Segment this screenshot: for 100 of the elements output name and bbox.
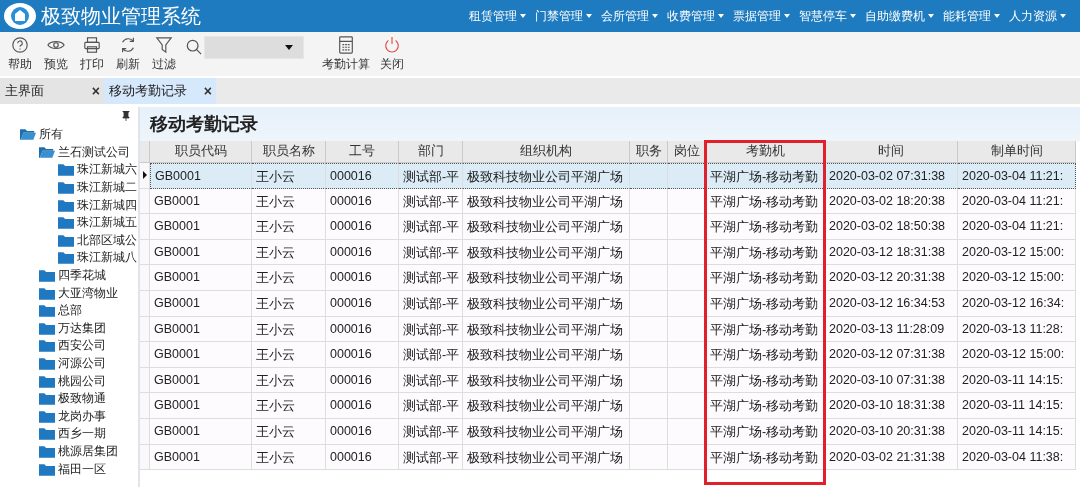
table-cell: 测试部-平 [399, 316, 463, 343]
table-cell: 2020-03-10 18:31:38 [825, 393, 958, 419]
column-header[interactable]: 制单时间 [958, 141, 1076, 163]
table-cell: 平湖广场-移动考勤 [706, 163, 825, 189]
toolbar-button[interactable]: 刷新 [110, 33, 146, 75]
menu-item[interactable]: 票据管理 [724, 7, 784, 25]
toolbar-button[interactable]: 帮助 [2, 33, 38, 75]
search-field[interactable] [204, 35, 304, 59]
folder-icon [39, 427, 55, 441]
toolbar-button[interactable]: 过滤 [146, 33, 182, 75]
pin-icon[interactable] [122, 111, 130, 121]
tab[interactable]: 移动考勤记录 × [104, 78, 216, 104]
table-cell [630, 265, 668, 291]
table-cell: 000016 [326, 188, 399, 215]
tree-item[interactable]: 河源公司 [58, 355, 106, 372]
table-cell: 2020-03-12 07:31:38 [825, 342, 958, 368]
menu-item[interactable]: 收费管理 [658, 7, 718, 25]
table-cell [630, 214, 668, 240]
menu-item[interactable]: 人力资源 [1000, 7, 1060, 25]
column-header[interactable]: 职员代码 [150, 141, 252, 163]
table-cell: 王小云 [252, 393, 326, 419]
table-cell: 测试部-平 [399, 163, 463, 189]
table-cell: 2020-03-04 11:38: [958, 444, 1076, 471]
tab-label[interactable]: 主界面 [5, 82, 44, 100]
table-cell: 极致科技物业公司平湖广场 [463, 265, 630, 291]
table-cell: 2020-03-11 14:15: [958, 367, 1076, 394]
tree-item[interactable]: 万达集团 [58, 319, 106, 337]
tree-item[interactable]: 珠江新城八 [77, 249, 137, 267]
close-tab-button[interactable]: × [203, 83, 212, 99]
tree-item[interactable]: 桃园公司 [58, 372, 106, 390]
table-cell [630, 239, 668, 266]
tab[interactable]: 主界面 × [0, 78, 104, 104]
table-cell: 极致科技物业公司平湖广场 [463, 316, 630, 343]
table-cell: GB0001 [150, 342, 252, 368]
refresh-icon [119, 35, 137, 54]
table-cell [668, 393, 706, 419]
table-cell: 极致科技物业公司平湖广场 [463, 393, 630, 419]
tree-item[interactable]: 珠江新城五 [77, 214, 137, 232]
table-cell: GB0001 [150, 214, 252, 240]
tree-item[interactable]: 兰石测试公司 [58, 143, 130, 161]
column-header[interactable]: 工号 [326, 141, 399, 163]
tree-item[interactable]: 龙岗办事 [58, 407, 106, 425]
table-cell [630, 163, 668, 189]
table-cell: 2020-03-12 15:00: [958, 239, 1076, 266]
toolbar-button[interactable]: 考勤计算 [318, 33, 374, 75]
tree-item[interactable]: 珠江新城四 [77, 196, 137, 214]
folder-icon [39, 339, 55, 353]
menu-item[interactable]: 会所管理 [592, 7, 652, 25]
menu-item[interactable]: 租赁管理 [460, 7, 520, 25]
dropdown-caret-icon[interactable] [285, 44, 293, 50]
tree-item[interactable]: 北部区域公 [77, 231, 137, 249]
tree-item[interactable]: 极致物通 [58, 390, 106, 408]
toolbar-button[interactable]: 关闭 [374, 33, 410, 75]
close-tab-button[interactable]: × [91, 83, 100, 99]
table-cell: GB0001 [150, 367, 252, 394]
table-cell: 2020-03-04 11:21: [958, 163, 1076, 189]
table-cell: 2020-03-12 20:31:38 [825, 265, 958, 291]
tree-item[interactable]: 西乡一期 [58, 425, 106, 443]
tree-item[interactable]: 珠江新城二 [77, 179, 137, 197]
table-cell: 王小云 [252, 444, 326, 471]
caret-icon [850, 14, 856, 18]
column-header[interactable]: 岗位 [668, 141, 706, 163]
tab-label[interactable]: 移动考勤记录 [109, 82, 187, 100]
table-cell: 2020-03-13 11:28:09 [825, 316, 958, 343]
table-cell: 2020-03-12 15:00: [958, 342, 1076, 368]
table-cell: GB0001 [150, 418, 252, 445]
table-cell: 王小云 [252, 342, 326, 368]
folder-icon [58, 251, 74, 265]
table-cell: 2020-03-11 14:15: [958, 393, 1076, 419]
tree-item[interactable]: 福田一区 [58, 460, 106, 478]
folder-icon [58, 233, 74, 247]
folder-icon [58, 181, 74, 195]
tree-item[interactable]: 所有 [39, 126, 63, 144]
table-cell: 极致科技物业公司平湖广场 [463, 418, 630, 445]
column-header[interactable]: 部门 [399, 141, 463, 163]
folder-icon [39, 304, 55, 318]
column-header[interactable]: 时间 [825, 141, 958, 163]
tree-item[interactable]: 桃源居集团 [58, 443, 118, 460]
tree-item[interactable]: 四季花城 [58, 267, 106, 285]
toolbar-button[interactable]: 打印 [74, 33, 110, 75]
tree-item[interactable]: 总部 [58, 302, 82, 320]
column-header[interactable]: 职员名称 [252, 141, 326, 163]
menu-item[interactable]: 门禁管理 [526, 7, 586, 25]
calculator-icon [337, 35, 355, 54]
table-cell: 王小云 [252, 239, 326, 266]
toolbar-button[interactable]: 预览 [38, 33, 74, 75]
column-header[interactable]: 组织机构 [463, 141, 630, 163]
row-header[interactable] [140, 163, 150, 189]
menu-item[interactable]: 自助缴费机 [856, 7, 928, 25]
tree-item[interactable]: 大亚湾物业 [58, 284, 118, 302]
table-cell: 测试部-平 [399, 188, 463, 215]
column-header[interactable]: 职务 [630, 141, 668, 163]
table-cell: 2020-03-13 11:28: [958, 316, 1076, 343]
menu-item[interactable]: 智慧停车 [790, 7, 850, 25]
folder-icon [39, 392, 55, 406]
tree-item[interactable]: 珠江新城六 [77, 161, 137, 179]
page-title: 移动考勤记录 [150, 113, 258, 136]
menu-item[interactable]: 能耗管理 [934, 7, 994, 25]
folder-icon [58, 198, 74, 212]
tree-item[interactable]: 西安公司 [58, 337, 106, 355]
